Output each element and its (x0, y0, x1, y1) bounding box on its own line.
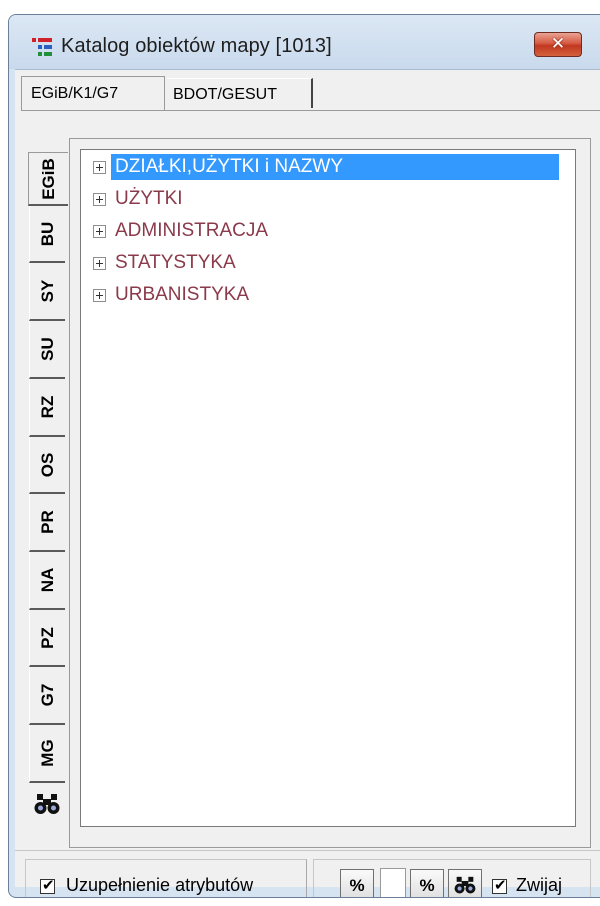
side-tab-label: EGiB (38, 157, 58, 200)
catalog-window: Katalog obiektów mapy [1013] ✕ EGiB/K1/G… (8, 14, 600, 898)
tree-node-label[interactable]: UŻYTKI (111, 186, 187, 212)
side-tab-os[interactable]: OS (29, 437, 65, 494)
side-tab-label: MG (37, 739, 57, 767)
title-bar[interactable]: Katalog obiektów mapy [1013] ✕ (9, 15, 600, 69)
side-tab-bu[interactable]: BU (29, 206, 65, 263)
tree-node-label[interactable]: STATYSTYKA (111, 250, 240, 276)
expand-icon[interactable] (93, 193, 106, 206)
percent-icon: % (349, 876, 365, 895)
expand-icon[interactable] (93, 161, 106, 174)
side-tab-label: PZ (37, 626, 57, 649)
collapse-label[interactable]: Zwijaj (516, 875, 562, 896)
side-tab-label: G7 (37, 683, 57, 707)
window-title: Katalog obiektów mapy [1013] (61, 35, 332, 57)
tree-node[interactable]: UŻYTKI (83, 184, 573, 214)
close-icon: ✕ (550, 34, 566, 54)
tree-panel: DZIAŁKI,UŻYTKI i NAZWY UŻYTKI ADMINISTRA… (69, 138, 591, 848)
close-button[interactable]: ✕ (534, 32, 582, 57)
object-tree[interactable]: DZIAŁKI,UŻYTKI i NAZWY UŻYTKI ADMINISTRA… (80, 149, 576, 827)
filter-input[interactable] (380, 868, 406, 897)
bottom-toolbar: Uzupełnienie atrybutów % % (15, 850, 600, 897)
tab-egib-k1-g7[interactable]: EGiB/K1/G7 (21, 76, 165, 110)
side-tab-su[interactable]: SU (29, 321, 65, 379)
side-tab-mg[interactable]: MG (29, 725, 65, 783)
tree-node[interactable]: DZIAŁKI,UŻYTKI i NAZWY (83, 152, 573, 182)
side-tab-search[interactable] (29, 783, 65, 829)
binoculars-icon (454, 876, 476, 894)
complete-attributes-label[interactable]: Uzupełnienie atrybutów (66, 875, 253, 896)
expand-icon[interactable] (93, 289, 106, 302)
tree-node[interactable]: STATYSTYKA (83, 248, 573, 278)
tree-node-label[interactable]: DZIAŁKI,UŻYTKI i NAZWY (111, 154, 559, 180)
side-tab-label: RZ (37, 395, 57, 419)
binoculars-icon (34, 794, 60, 814)
side-tab-sy[interactable]: SY (29, 263, 65, 321)
tree-node[interactable]: ADMINISTRACJA (83, 216, 573, 246)
side-tab-na[interactable]: NA (29, 552, 65, 610)
side-tab-egib[interactable]: EGiB (28, 152, 68, 206)
side-tab-label: PR (37, 510, 57, 534)
client-area: EGiB/K1/G7 BDOT/GESUT EGiB BU SY SU RZ O… (15, 69, 600, 897)
side-tab-rz[interactable]: RZ (29, 379, 65, 437)
complete-attributes-checkbox[interactable] (40, 876, 55, 894)
collapse-checkbox[interactable] (492, 876, 507, 894)
tree-node-label[interactable]: ADMINISTRACJA (111, 218, 272, 244)
percent-button[interactable]: % (340, 869, 374, 897)
side-tab-label: NA (37, 567, 57, 593)
side-tab-g7[interactable]: G7 (29, 667, 65, 725)
tab-bdot-gesut[interactable]: BDOT/GESUT (167, 78, 313, 108)
percent-button-2[interactable]: % (410, 869, 444, 897)
side-tab-label: BU (37, 221, 57, 246)
side-tab-label: SU (37, 337, 57, 361)
app-icon (32, 38, 52, 56)
tree-node[interactable]: URBANISTYKA (83, 280, 573, 310)
side-tab-pr[interactable]: PR (29, 494, 65, 552)
attributes-group: Uzupełnienie atrybutów (25, 859, 307, 897)
tree-node-label[interactable]: URBANISTYKA (111, 282, 253, 308)
expand-icon[interactable] (93, 225, 106, 238)
find-button[interactable] (448, 869, 482, 897)
side-tab-pz[interactable]: PZ (29, 610, 65, 667)
side-tab-label: SY (37, 279, 57, 303)
percent-icon: % (419, 876, 435, 895)
tab-divider (21, 110, 600, 111)
search-group: % % Zw (313, 859, 591, 897)
expand-icon[interactable] (93, 257, 106, 270)
side-tab-label: OS (37, 452, 57, 477)
